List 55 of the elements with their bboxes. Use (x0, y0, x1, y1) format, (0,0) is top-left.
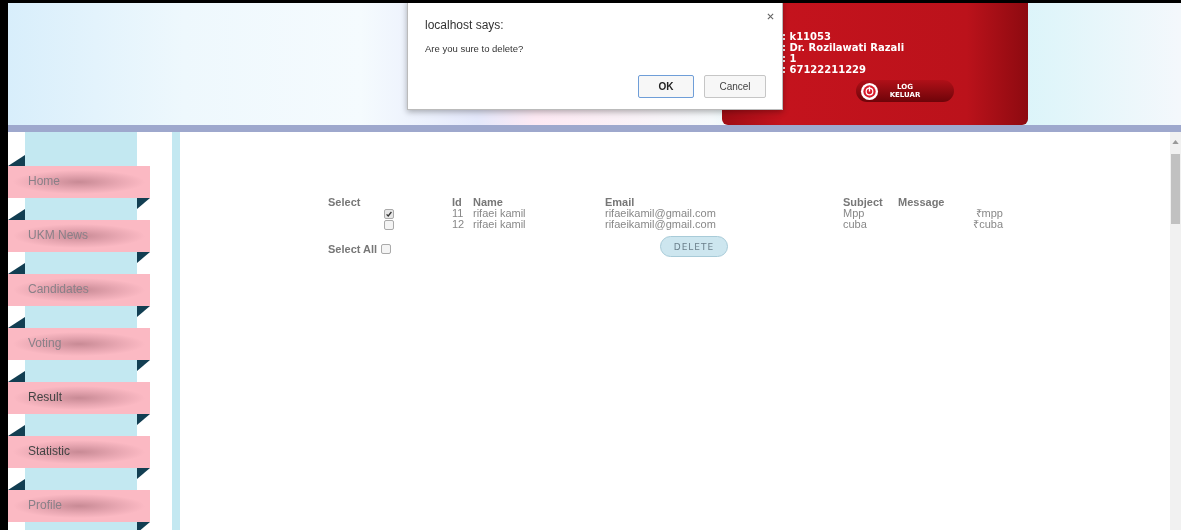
table-cell-text: rifaeikamil@gmail.com (605, 219, 717, 230)
nav-item[interactable]: Profile (8, 490, 150, 522)
power-icon (860, 81, 879, 101)
dialog-title: localhost says: (425, 18, 504, 32)
corner-fold-icon (8, 209, 25, 220)
corner-fold-icon (137, 306, 150, 317)
table-cell-text: rifaei kamil (473, 219, 527, 230)
table-cell-text: ₹cuba (972, 219, 1003, 230)
corner-fold-icon (8, 155, 25, 166)
delete-button[interactable]: DELETE (660, 236, 728, 257)
corner-fold-icon (137, 468, 150, 479)
corner-fold-icon (8, 479, 25, 490)
dialog-message: Are you sure to delete? (425, 43, 525, 54)
nav-item[interactable]: Statistic (8, 436, 150, 468)
select-all-label: Select All (328, 243, 378, 255)
user-info: : k11053 (782, 31, 832, 42)
column-header: Id (452, 197, 463, 208)
scroll-thumb[interactable] (1171, 154, 1180, 224)
column-header: Message (898, 197, 946, 208)
nav-item[interactable]: Home (8, 166, 150, 198)
user-info: : 67122211229 (782, 64, 868, 75)
column-header: Email (605, 197, 636, 208)
user-info: : 1 (782, 53, 798, 64)
corner-fold-icon (137, 414, 150, 425)
nav-item[interactable]: Voting (8, 328, 150, 360)
table-cell-text: 12 (452, 219, 466, 230)
nav-item[interactable]: UKM News (8, 220, 150, 252)
column-header: Subject (843, 197, 884, 208)
cancel-button[interactable]: Cancel (704, 75, 766, 98)
corner-fold-icon (8, 263, 25, 274)
select-all-checkbox[interactable] (381, 244, 392, 254)
nav-item[interactable]: Candidates (8, 274, 150, 306)
corner-fold-icon (8, 425, 25, 436)
corner-fold-icon (137, 198, 150, 209)
table-cell-text: rifaei kamil (473, 208, 527, 219)
row-checkbox[interactable] (384, 219, 394, 230)
corner-fold-icon (8, 371, 25, 382)
corner-fold-icon (137, 522, 150, 530)
close-icon[interactable] (767, 13, 774, 20)
row-checkbox[interactable] (384, 208, 394, 219)
scrollbar[interactable] (1170, 132, 1181, 530)
nav-item[interactable]: Result (8, 382, 150, 414)
scroll-up-icon[interactable] (1172, 140, 1179, 144)
column-header: Select (328, 197, 362, 208)
column-header: Name (473, 197, 504, 208)
corner-fold-icon (137, 360, 150, 371)
ok-button[interactable]: OK (638, 75, 694, 98)
table-cell-text: ₹mpp (975, 208, 1003, 219)
corner-fold-icon (137, 252, 150, 263)
table-cell-text: Mpp (843, 208, 865, 219)
table-cell-text: 11 (452, 208, 465, 219)
table-cell-text: cuba (843, 219, 868, 230)
user-info: : Dr. Rozilawati Razali (782, 42, 906, 53)
corner-fold-icon (8, 317, 25, 328)
table-cell-text: rifaeikamil@gmail.com (605, 208, 717, 219)
